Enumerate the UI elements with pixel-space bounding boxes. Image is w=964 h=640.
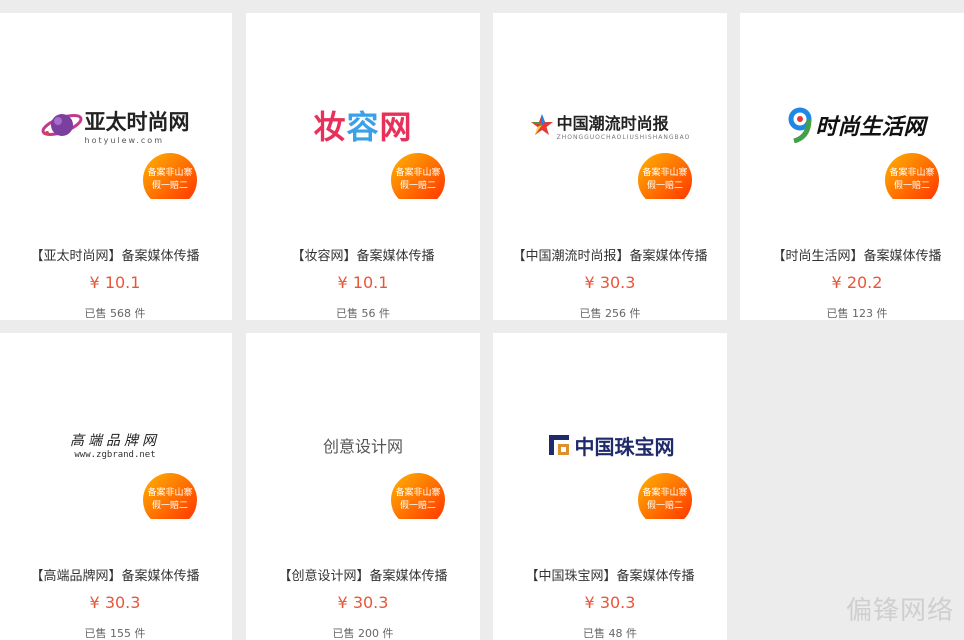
logo-text: 亚太时尚网 xyxy=(84,109,190,134)
product-title[interactable]: 【时尚生活网】备案媒体传播 xyxy=(740,245,964,264)
authentic-badge: 备案非山寨 假一赔二 xyxy=(143,473,197,519)
logo-zhuangrong: 妆容网 xyxy=(246,105,480,146)
product-price: ¥ 20.2 xyxy=(831,273,883,292)
watermark: 偏锋网络 xyxy=(845,596,954,626)
product-price: ¥ 30.3 xyxy=(584,593,636,612)
product-title[interactable]: 【高端品牌网】备案媒体传播 xyxy=(0,565,232,584)
product-price: ¥ 30.3 xyxy=(584,273,636,292)
product-card[interactable]: 中国珠宝网 备案非山寨 假一赔二 【中国珠宝网】备案媒体传播 ¥ 30.3 已售… xyxy=(493,333,727,640)
authentic-badge: 备案非山寨 假一赔二 xyxy=(638,473,692,519)
product-image[interactable]: 中国潮流时尚报 ZHONGGUOCHAOLIUSHISHANGBAO 备案非山寨… xyxy=(493,13,727,231)
product-card[interactable]: 中国潮流时尚报 ZHONGGUOCHAOLIUSHISHANGBAO 备案非山寨… xyxy=(493,13,727,320)
product-image[interactable]: 妆容网 备案非山寨 假一赔二 xyxy=(246,13,480,231)
logo-subtext: ZHONGGUOCHAOLIUSHISHANGBAO xyxy=(556,133,691,141)
product-title[interactable]: 【妆容网】备案媒体传播 xyxy=(246,245,480,264)
product-card[interactable]: 创意设计网 备案非山寨 假一赔二 【创意设计网】备案媒体传播 ¥ 30.3 已售… xyxy=(246,333,480,640)
authentic-badge: 备案非山寨 假一赔二 xyxy=(391,153,445,199)
product-card[interactable]: 妆容网 备案非山寨 假一赔二 【妆容网】备案媒体传播 ¥ 10.1 已售 56 … xyxy=(246,13,480,320)
logo-chaoliu: 中国潮流时尚报 ZHONGGUOCHAOLIUSHISHANGBAO xyxy=(493,105,727,145)
logo-zhubao: 中国珠宝网 xyxy=(493,425,727,465)
product-price: ¥ 30.3 xyxy=(337,593,389,612)
authentic-badge: 备案非山寨 假一赔二 xyxy=(885,153,939,199)
product-card[interactable]: 时尚生活网 备案非山寨 假一赔二 【时尚生活网】备案媒体传播 ¥ 20.2 已售… xyxy=(740,13,964,320)
authentic-badge: 备案非山寨 假一赔二 xyxy=(638,153,692,199)
logo-shishang-shenghuo: 时尚生活网 xyxy=(740,105,964,145)
logo-subtext: hotyulew.com xyxy=(84,135,164,145)
product-card[interactable]: 高端品牌网 www.zgbrand.net 备案非山寨 假一赔二 【高端品牌网】… xyxy=(0,333,232,640)
product-price: ¥ 10.1 xyxy=(89,273,141,292)
product-price: ¥ 30.3 xyxy=(89,593,141,612)
sold-count: 已售 256 件 xyxy=(579,307,641,320)
logo-text: 妆容网 xyxy=(313,108,413,146)
gem-frame-icon xyxy=(548,435,569,455)
product-image[interactable]: 亚太时尚网 hotyulew.com 备案非山寨 假一赔二 xyxy=(0,13,232,231)
product-image[interactable]: 高端品牌网 www.zgbrand.net 备案非山寨 假一赔二 xyxy=(0,333,232,551)
logo-chuangyi: 创意设计网 xyxy=(246,425,480,465)
logo-text: 中国珠宝网 xyxy=(574,434,675,459)
sold-count: 已售 123 件 xyxy=(826,307,888,320)
product-title[interactable]: 【中国潮流时尚报】备案媒体传播 xyxy=(493,245,727,264)
sold-count: 已售 56 件 xyxy=(336,307,390,320)
logo-text: 高端品牌网 xyxy=(70,433,160,449)
product-title[interactable]: 【中国珠宝网】备案媒体传播 xyxy=(493,565,727,584)
product-price: ¥ 10.1 xyxy=(337,273,389,292)
logo-subtext: www.zgbrand.net xyxy=(74,450,156,460)
product-image[interactable]: 创意设计网 备案非山寨 假一赔二 xyxy=(246,333,480,551)
product-image[interactable]: 时尚生活网 备案非山寨 假一赔二 xyxy=(740,13,964,231)
logo-text: 中国潮流时尚报 xyxy=(556,113,669,133)
product-image[interactable]: 中国珠宝网 备案非山寨 假一赔二 xyxy=(493,333,727,551)
product-title[interactable]: 【亚太时尚网】备案媒体传播 xyxy=(0,245,232,264)
logo-text: 时尚生活网 xyxy=(815,115,926,140)
planet-icon xyxy=(41,114,82,136)
product-card[interactable]: 亚太时尚网 hotyulew.com 备案非山寨 假一赔二 【亚太时尚网】备案媒… xyxy=(0,13,232,320)
logo-yatai: 亚太时尚网 hotyulew.com xyxy=(0,105,232,145)
authentic-badge: 备案非山寨 假一赔二 xyxy=(391,473,445,519)
star-icon xyxy=(530,114,553,135)
logo-gaoduan: 高端品牌网 www.zgbrand.net xyxy=(0,425,232,465)
nine-swirl-icon xyxy=(788,107,812,143)
authentic-badge: 备案非山寨 假一赔二 xyxy=(143,153,197,199)
logo-text: 创意设计网 xyxy=(322,437,403,456)
sold-count: 已售 568 件 xyxy=(84,307,146,320)
product-title[interactable]: 【创意设计网】备案媒体传播 xyxy=(246,565,480,584)
